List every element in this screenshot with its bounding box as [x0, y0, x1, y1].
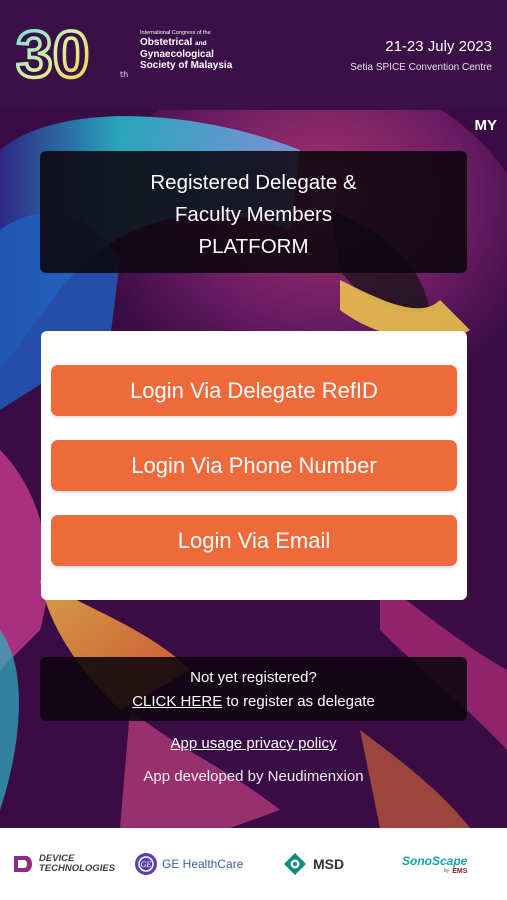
ge-monogram-icon: GE — [135, 853, 157, 875]
congress-30-logo: 30 — [16, 22, 91, 84]
logo-suffix: th — [120, 70, 129, 79]
congress-name-line1: International Congress of the — [140, 30, 211, 36]
sponsor-sonoscape: SonoScape by EMS — [402, 853, 468, 875]
sponsor-device-technologies: DEVICE TECHNOLOGIES — [12, 828, 115, 900]
title-line1: Registered Delegate & — [150, 171, 357, 194]
language-toggle[interactable]: MY — [475, 117, 498, 134]
svg-text:30: 30 — [16, 22, 89, 84]
login-email-button[interactable]: Login Via Email — [51, 515, 457, 566]
sponsor-ge-healthcare: GE GE HealthCare — [134, 828, 243, 900]
title-line2: Faculty Members — [174, 203, 333, 226]
app-header: 30 th International Congress of the Obst… — [0, 0, 507, 110]
congress-name: International Congress of the Obstetrica… — [140, 30, 240, 71]
sponsor-msd: MSD — [283, 828, 344, 900]
title-line3: PLATFORM — [198, 235, 309, 258]
register-suffix: to register as delegate — [222, 693, 375, 710]
device-technologies-icon — [14, 856, 32, 872]
login-refid-button[interactable]: Login Via Delegate RefID — [51, 365, 457, 416]
msd-icon — [284, 853, 306, 875]
login-options-card: Login Via Delegate RefID Login Via Phone… — [41, 331, 467, 600]
register-panel: Not yet registered? CLICK HERE to regist… — [40, 657, 467, 721]
login-phone-button[interactable]: Login Via Phone Number — [51, 440, 457, 491]
sponsor-bar: DEVICE TECHNOLOGIES GE GE HealthCare MSD… — [0, 828, 507, 900]
platform-title-panel: Registered Delegate & Faculty Members PL… — [40, 151, 467, 273]
developer-credit: App developed by Neudimenxion — [143, 768, 364, 785]
congress-name-line2: Obstetrical and — [140, 37, 207, 48]
register-prompt: Not yet registered? — [190, 669, 317, 686]
register-line: CLICK HERE to register as delegate — [40, 690, 467, 714]
congress-name-line3: Gynaecological — [140, 49, 214, 60]
svg-text:GE: GE — [141, 860, 152, 869]
congress-name-line4: Society of Malaysia — [140, 60, 233, 71]
privacy-policy-link[interactable]: App usage privacy policy — [0, 735, 507, 752]
event-venue: Setia SPICE Convention Centre — [350, 62, 492, 73]
register-link[interactable]: CLICK HERE — [132, 693, 222, 710]
event-date: 21-23 July 2023 — [385, 38, 492, 55]
